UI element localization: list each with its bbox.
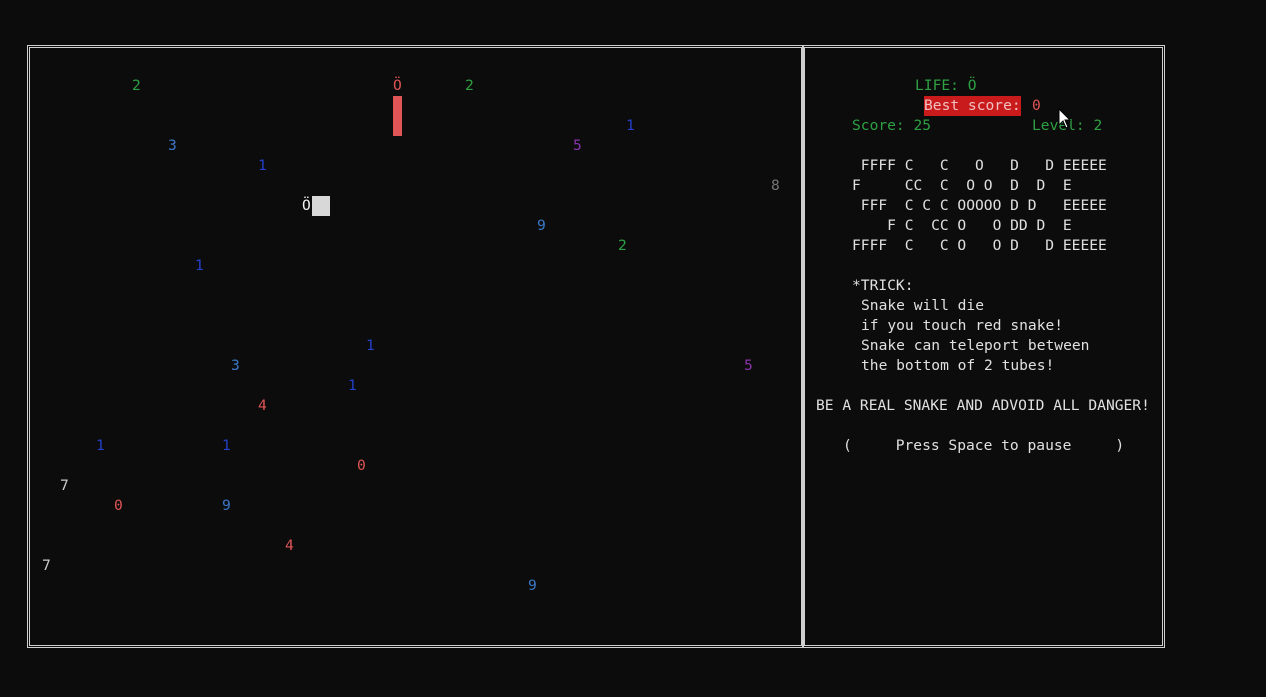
player-snake-head: Ö (302, 197, 311, 214)
trick-line: Snake will die (861, 297, 985, 314)
food-number: 4 (258, 397, 267, 414)
food-number: 9 (222, 497, 231, 514)
food-number: 0 (114, 497, 123, 514)
enemy-snake-head: Ö (393, 77, 402, 94)
trick-title: *TRICK: (852, 277, 914, 294)
trick-line: Snake can teleport between (861, 337, 1090, 354)
score-display: Score: 25 (852, 117, 932, 134)
food-number: 1 (366, 337, 375, 354)
trick-line: if you touch red snake! (861, 317, 1064, 334)
pause-hint: ( Press Space to pause ) (843, 437, 1125, 454)
food-number: 2 (132, 77, 141, 94)
warning-text: BE A REAL SNAKE AND ADVOID ALL DANGER! (816, 397, 1150, 414)
food-number: 2 (618, 237, 627, 254)
banner-line: FFF C C C OOOOO D D EEEEE (852, 197, 1107, 214)
banner-line: FFFF C C O D D EEEEE (852, 157, 1107, 174)
food-number: 1 (258, 157, 267, 174)
food-number: 1 (195, 257, 204, 274)
food-number: 7 (60, 477, 69, 494)
trick-line: the bottom of 2 tubes! (861, 357, 1055, 374)
banner-line: FFFF C C O O D D EEEEE (852, 237, 1107, 254)
banner-line: F C CC O O DD D E (852, 217, 1072, 234)
food-number: 1 (222, 437, 231, 454)
food-number: 4 (285, 537, 294, 554)
food-number: 1 (626, 117, 635, 134)
best-score-label: Best score: (924, 96, 1021, 116)
life-indicator: LIFE: Ö (915, 77, 977, 94)
food-number: 3 (168, 137, 177, 154)
food-number: 1 (96, 437, 105, 454)
food-number: 5 (573, 137, 582, 154)
food-number: 1 (348, 377, 357, 394)
best-score-value: 0 (1032, 97, 1041, 114)
food-number: 2 (465, 77, 474, 94)
food-number: 9 (537, 217, 546, 234)
banner-line: F CC C O O D D E (852, 177, 1072, 194)
food-number: 0 (357, 457, 366, 474)
food-number: 5 (744, 357, 753, 374)
enemy-snake-body (393, 96, 402, 136)
food-number: 8 (771, 177, 780, 194)
food-number: 7 (42, 557, 51, 574)
playfield (27, 45, 804, 648)
food-number: 9 (528, 577, 537, 594)
food-number: 3 (231, 357, 240, 374)
player-snake-body (312, 196, 330, 216)
